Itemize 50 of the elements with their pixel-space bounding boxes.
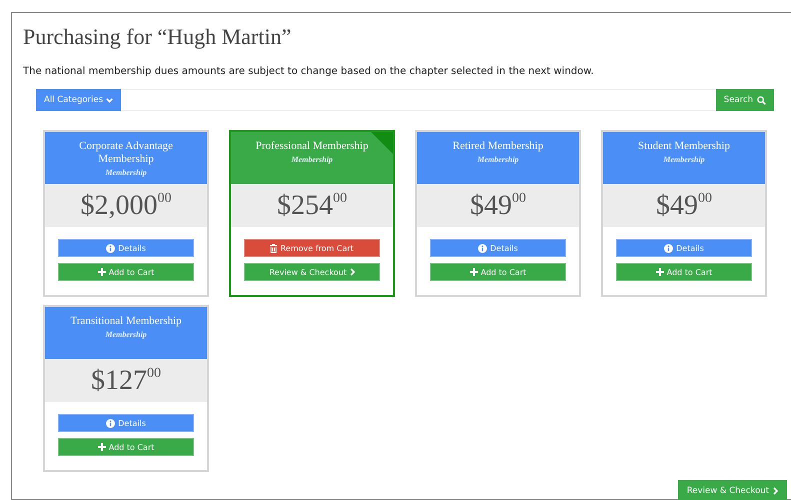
details-button[interactable]: Details [616, 239, 752, 257]
product-category: Membership [105, 168, 147, 177]
plus-icon [98, 443, 106, 451]
page-title: Purchasing for “Hugh Martin” [23, 24, 292, 50]
product-category: Membership [105, 330, 147, 339]
price-amount: $254 [277, 190, 333, 222]
product-name: Transitional Membership [69, 315, 183, 328]
price-amount: $127 [91, 365, 147, 397]
product-category: Membership [663, 155, 705, 164]
product-name: Student Membership [637, 140, 731, 153]
review-checkout-button[interactable]: Review & Checkout [678, 480, 787, 500]
add-to-cart-button[interactable]: Add to Cart [616, 263, 752, 281]
info-icon [478, 244, 488, 252]
add-to-cart-button[interactable]: Add to Cart [430, 263, 566, 281]
product-category: Membership [477, 155, 519, 164]
price-cents: 00 [158, 190, 172, 208]
price-cents: 00 [698, 190, 712, 208]
info-icon [106, 418, 116, 428]
review-checkout-button[interactable]: Review & Checkout [244, 263, 380, 281]
search-icon [757, 96, 766, 104]
product-name: Corporate Advantage Membership [78, 140, 174, 166]
chevron-right-icon [773, 487, 778, 495]
search-button[interactable]: Search [716, 89, 774, 111]
price-cents: 00 [512, 190, 526, 208]
details-button[interactable]: Details [430, 239, 566, 257]
product-category: Membership [291, 155, 333, 164]
add-to-cart-button[interactable]: Add to Cart [58, 263, 194, 281]
info-icon [664, 244, 674, 252]
category-dropdown[interactable]: All Categories [36, 89, 122, 111]
chevron-down-icon [106, 98, 114, 102]
product-name: Professional Membership [254, 140, 370, 153]
add-to-cart-button[interactable]: Add to Cart [58, 438, 194, 456]
details-button[interactable]: Details [58, 414, 194, 432]
details-button[interactable]: Details [58, 239, 194, 257]
price-amount: $2,000 [80, 190, 158, 222]
in-cart-corner-icon [371, 132, 393, 154]
price-cents: 00 [333, 190, 347, 208]
price-amount: $49 [470, 190, 512, 222]
chevron-right-icon [350, 268, 355, 276]
trash-icon [270, 244, 278, 252]
product-name: Retired Membership [452, 140, 544, 153]
search-field[interactable] [121, 89, 716, 111]
price-cents: 00 [147, 365, 161, 383]
plus-icon [656, 268, 664, 276]
price-amount: $49 [656, 190, 698, 222]
plus-icon [98, 268, 106, 276]
plus-icon [470, 268, 478, 276]
info-icon [106, 244, 116, 252]
remove-from-cart-button[interactable]: Remove from Cart [244, 239, 380, 257]
notice-text: The national membership dues amounts are subject to change based on the chapter selected in the next window. [23, 66, 595, 77]
